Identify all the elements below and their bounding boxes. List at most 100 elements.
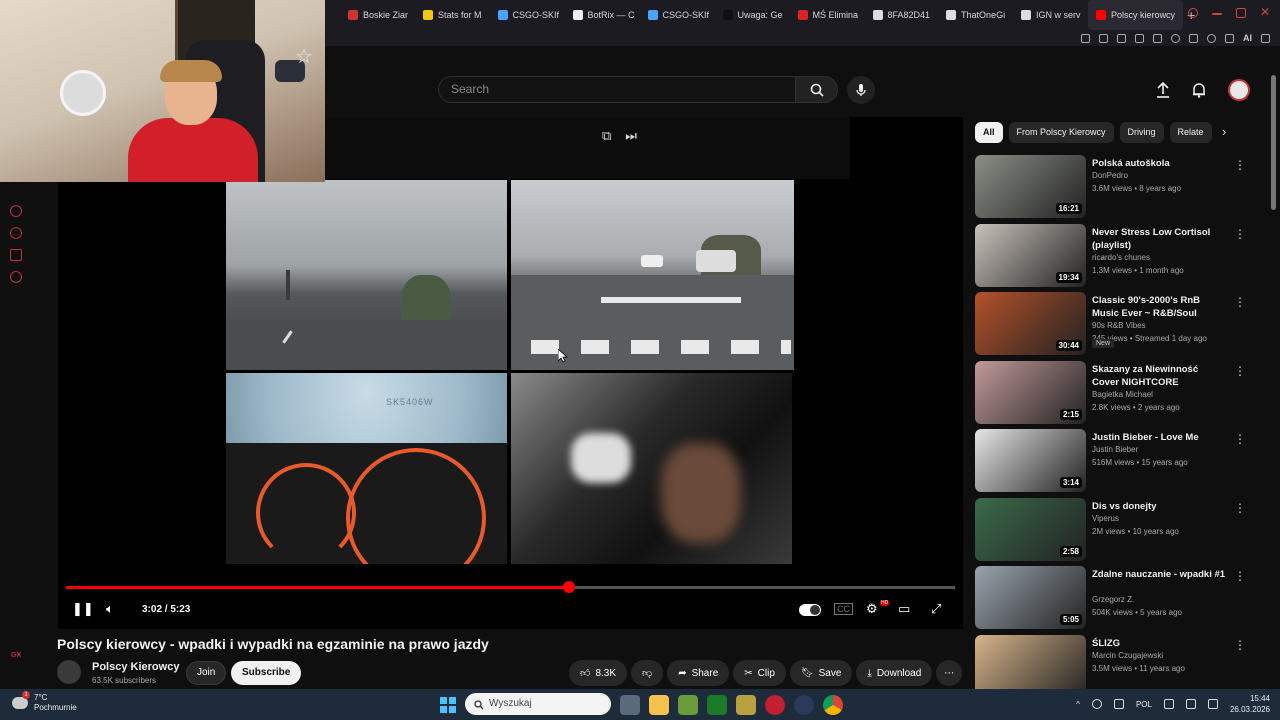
- settings-gear-icon[interactable]: ⚙: [866, 601, 878, 617]
- play-icon[interactable]: [1153, 33, 1162, 43]
- more-vertical-icon[interactable]: ⋮: [1234, 569, 1246, 583]
- ai-button[interactable]: AI: [1243, 33, 1252, 43]
- video-thumbnail[interactable]: 30:44: [975, 292, 1086, 355]
- xbox-icon[interactable]: [707, 695, 727, 715]
- weather-widget[interactable]: 7°C Pochmurnie: [12, 691, 77, 713]
- subscribe-button[interactable]: Subscribe: [231, 661, 302, 685]
- video-title[interactable]: Justin Bieber - Love Me: [1092, 431, 1227, 444]
- browser-tab[interactable]: Uwaga: Ge: [715, 0, 790, 30]
- download-button[interactable]: ⤓ Download: [856, 660, 933, 686]
- more-vertical-icon[interactable]: ⋮: [1234, 295, 1246, 309]
- file-explorer-icon[interactable]: [649, 695, 669, 715]
- recommended-video[interactable]: 30:44 Classic 90's-2000's RnB Music Ever …: [975, 292, 1250, 361]
- extensions-icon[interactable]: [1189, 33, 1198, 43]
- recommended-video[interactable]: 5:05 Zdalne nauczanie - wpadki #1 Grzegorz…: [975, 566, 1250, 635]
- taskbar-search-input[interactable]: Wyszukaj: [465, 693, 611, 715]
- search-tabs-icon[interactable]: [1188, 8, 1198, 18]
- progress-scrubber[interactable]: [563, 581, 576, 593]
- menu-icon[interactable]: [1261, 33, 1270, 43]
- search-input[interactable]: Search: [438, 76, 795, 103]
- miniplayer-icon[interactable]: ⧉: [602, 128, 611, 144]
- sidebar-settings-icon[interactable]: [10, 271, 22, 283]
- browser-tab[interactable]: 8FA82D41: [865, 0, 939, 30]
- channel-name[interactable]: ricardo's chunes: [1092, 253, 1150, 262]
- more-vertical-icon[interactable]: ⋮: [1234, 227, 1246, 241]
- filter-chip[interactable]: From Polscy Kierowcy: [1008, 122, 1114, 143]
- more-vertical-icon[interactable]: ⋮: [1234, 158, 1246, 172]
- download-icon[interactable]: [1135, 33, 1144, 43]
- subtitles-icon[interactable]: CC: [834, 603, 853, 615]
- video-title[interactable]: Zdalne nauczanie - wpadki #1: [1092, 568, 1227, 581]
- start-button[interactable]: [440, 697, 456, 713]
- browser-tab[interactable]: IGN w serv: [1013, 0, 1088, 30]
- volume-icon[interactable]: 🔈︎: [106, 601, 114, 617]
- shield-icon[interactable]: [1117, 33, 1126, 43]
- tray-microphone-icon[interactable]: [1113, 699, 1124, 709]
- browser-tab[interactable]: ThatOneGi: [938, 0, 1013, 30]
- browser-tab[interactable]: BotRix — C: [565, 0, 640, 30]
- autoplay-toggle[interactable]: [799, 604, 821, 616]
- pause-icon[interactable]: ❚❚: [72, 601, 94, 617]
- notifications-bell-icon[interactable]: [1192, 82, 1206, 98]
- clip-button[interactable]: ✂ Clip: [733, 660, 786, 686]
- tray-chevron-icon[interactable]: ^: [1076, 700, 1080, 709]
- channel-name[interactable]: DonPedro: [1092, 171, 1128, 180]
- filter-chip[interactable]: Driving: [1119, 122, 1164, 143]
- video-title[interactable]: Skazany za Niewinność Cover NIGHTCORE: [1092, 363, 1227, 389]
- maximize-icon[interactable]: [1236, 8, 1246, 18]
- video-title[interactable]: Dis vs donejty: [1092, 500, 1227, 513]
- page-scrollbar[interactable]: [1271, 75, 1276, 210]
- filter-chip[interactable]: All: [975, 122, 1003, 143]
- steam-icon[interactable]: [794, 695, 814, 715]
- channel-name[interactable]: Viperus: [1092, 514, 1119, 523]
- recommended-video[interactable]: 16:21 Polská autoškola DonPedro 3.6M views …: [975, 155, 1250, 224]
- video-player[interactable]: ⧉ ⏭ SK5406W ❚❚ 🔈︎ 3:02 / 5:23 CC ⚙ HD ▭ …: [58, 117, 963, 629]
- channel-name[interactable]: 90s R&B Vibes: [1092, 321, 1146, 330]
- video-thumbnail[interactable]: 16:21: [975, 155, 1086, 218]
- task-view-icon[interactable]: [620, 695, 640, 715]
- downloads-icon[interactable]: [1225, 33, 1234, 43]
- channel-name[interactable]: Grzegorz Z.: [1092, 595, 1134, 604]
- browser-tab[interactable]: CSGO-SKIf: [640, 0, 715, 30]
- channel-name[interactable]: Bagietka Michael: [1092, 390, 1153, 399]
- bookmark-icon[interactable]: [1081, 33, 1090, 43]
- minecraft-icon[interactable]: [678, 695, 698, 715]
- speaker-icon[interactable]: [1185, 699, 1196, 709]
- more-vertical-icon[interactable]: ⋮: [1234, 432, 1246, 446]
- video-title[interactable]: Never Stress Low Cortisol (playlist): [1092, 226, 1227, 252]
- video-thumbnail[interactable]: 3:14: [975, 429, 1086, 492]
- progress-bar[interactable]: [66, 581, 955, 593]
- like-button[interactable]: 👍︎ 8.3K: [569, 660, 628, 686]
- recommended-video[interactable]: 19:34 Never Stress Low Cortisol (playlist…: [975, 223, 1250, 293]
- upload-icon[interactable]: [1156, 82, 1170, 98]
- voice-search-button[interactable]: [847, 76, 875, 104]
- next-video-icon[interactable]: ⏭: [625, 128, 637, 144]
- video-title[interactable]: Polská autoškola: [1092, 157, 1227, 170]
- browser-tab[interactable]: CSGO-SKIf: [490, 0, 565, 30]
- recommended-video[interactable]: 3:14 Justin Bieber - Love Me Justin Bieber…: [975, 429, 1250, 498]
- share-button[interactable]: ➦ Share: [667, 660, 730, 686]
- battery-icon[interactable]: [1207, 699, 1218, 709]
- browser-tab[interactable]: Stats for M: [415, 0, 490, 30]
- channel-avatar[interactable]: [57, 660, 81, 684]
- opera-gx-icon[interactable]: [765, 695, 785, 715]
- more-vertical-icon[interactable]: ⋮: [1234, 501, 1246, 515]
- sidebar-player-icon[interactable]: [10, 205, 22, 217]
- filter-chip[interactable]: Relate: [1169, 122, 1212, 143]
- network-icon[interactable]: [1163, 699, 1174, 709]
- save-button[interactable]: 🔖︎ Save: [789, 660, 853, 686]
- dislike-button[interactable]: 👎︎: [631, 660, 664, 686]
- chrome-icon[interactable]: [823, 695, 843, 715]
- channel-name[interactable]: Justin Bieber: [1092, 445, 1138, 454]
- account-icon[interactable]: [1207, 33, 1216, 43]
- fullscreen-icon[interactable]: ⤢: [931, 601, 941, 617]
- recommended-video[interactable]: 2:58 Dis vs donejty Viperus 2M views • 10 y…: [975, 497, 1250, 567]
- browser-tab[interactable]: MŚ Elimina: [790, 0, 865, 30]
- tray-app-icon[interactable]: [1091, 699, 1102, 709]
- search-button[interactable]: [795, 76, 838, 103]
- more-actions-button[interactable]: ⋯: [936, 660, 963, 686]
- keyboard-language[interactable]: POL: [1136, 700, 1152, 709]
- browser-tab[interactable]: Boskie Ziar: [340, 0, 415, 30]
- more-vertical-icon[interactable]: ⋮: [1234, 638, 1246, 652]
- chevron-right-icon[interactable]: ›: [1222, 124, 1226, 139]
